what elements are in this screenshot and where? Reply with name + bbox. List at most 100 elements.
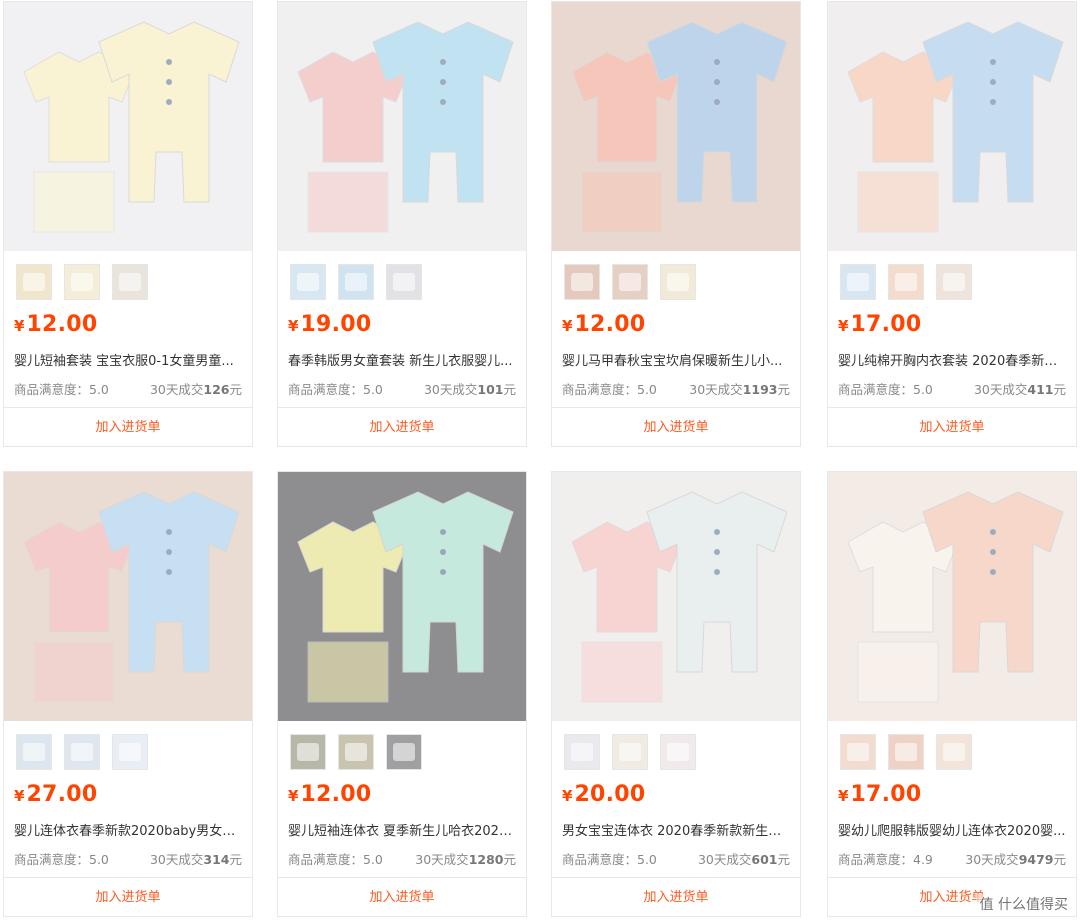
thumbnail-image[interactable] — [612, 734, 648, 770]
product-photo — [278, 472, 526, 721]
thumbnail-image[interactable] — [564, 734, 600, 770]
currency-symbol: ¥ — [288, 787, 299, 805]
product-card[interactable]: ¥12.00 婴儿短袖连体衣 夏季新生儿哈衣2020... 商品满意度：5.0 … — [277, 471, 527, 917]
product-price: ¥12.00 — [14, 312, 98, 337]
product-photo — [4, 472, 252, 721]
product-photo — [552, 2, 800, 251]
product-price: ¥20.00 — [562, 782, 646, 807]
product-price: ¥19.00 — [288, 312, 372, 337]
thumbnail-image[interactable] — [936, 264, 972, 300]
product-image[interactable] — [4, 2, 252, 251]
thumbnail-image[interactable] — [338, 734, 374, 770]
thumbnail-image[interactable] — [386, 734, 422, 770]
satisfaction-score: 商品满意度：5.0 — [562, 382, 657, 397]
add-to-purchase-list-button[interactable]: 加入进货单 — [278, 407, 526, 447]
currency-symbol: ¥ — [838, 317, 849, 335]
sales-30-days: 30天成交411元 — [973, 382, 1066, 397]
price-value: 27.00 — [26, 782, 98, 807]
add-to-purchase-list-button[interactable]: 加入进货单 — [4, 407, 252, 447]
price-value: 19.00 — [300, 312, 372, 337]
product-price: ¥17.00 — [838, 312, 922, 337]
sales-30-days: 30天成交1193元 — [689, 382, 790, 397]
thumbnail-image[interactable] — [386, 264, 422, 300]
price-value: 20.00 — [574, 782, 646, 807]
product-photo — [278, 2, 526, 251]
thumbnail-image[interactable] — [840, 734, 876, 770]
price-value: 12.00 — [26, 312, 98, 337]
product-title[interactable]: 春季韩版男女童套装 新生儿衣服婴儿... — [288, 350, 516, 369]
product-card[interactable]: ¥12.00 婴儿短袖套装 宝宝衣服0-1女童男童... 商品满意度：5.0 3… — [3, 1, 253, 447]
product-card[interactable]: ¥17.00 婴幼儿爬服韩版婴幼儿连体衣2020婴... 商品满意度：4.9 3… — [827, 471, 1077, 917]
price-value: 12.00 — [300, 782, 372, 807]
currency-symbol: ¥ — [14, 317, 25, 335]
thumbnail-image[interactable] — [16, 264, 52, 300]
product-image[interactable] — [278, 2, 526, 251]
satisfaction-score: 商品满意度：5.0 — [288, 382, 383, 397]
product-title[interactable]: 婴幼儿爬服韩版婴幼儿连体衣2020婴... — [838, 820, 1066, 839]
product-price: ¥27.00 — [14, 782, 98, 807]
currency-symbol: ¥ — [14, 787, 25, 805]
product-card[interactable]: ¥17.00 婴儿纯棉开胸内衣套装 2020春季新款... 商品满意度：5.0 … — [827, 1, 1077, 447]
sales-30-days: 30天成交314元 — [149, 852, 242, 867]
add-to-purchase-list-button[interactable]: 加入进货单 — [278, 877, 526, 917]
watermark: 值 什么值得买 — [975, 894, 1072, 914]
product-title[interactable]: 婴儿纯棉开胸内衣套装 2020春季新款... — [838, 350, 1066, 369]
thumbnail-image[interactable] — [338, 264, 374, 300]
thumbnail-image[interactable] — [64, 734, 100, 770]
thumbnail-image[interactable] — [840, 264, 876, 300]
product-card[interactable]: ¥12.00 婴儿马甲春秋宝宝坎肩保暖新生儿小... 商品满意度：5.0 30天… — [551, 1, 801, 447]
add-to-purchase-list-button[interactable]: 加入进货单 — [552, 877, 800, 917]
thumbnail-image[interactable] — [290, 734, 326, 770]
product-image[interactable] — [552, 2, 800, 251]
product-card[interactable]: ¥19.00 春季韩版男女童套装 新生儿衣服婴儿... 商品满意度：5.0 30… — [277, 1, 527, 447]
price-value: 17.00 — [850, 312, 922, 337]
thumbnail-image[interactable] — [660, 264, 696, 300]
currency-symbol: ¥ — [562, 317, 573, 335]
thumbnail-image[interactable] — [936, 734, 972, 770]
sales-30-days: 30天成交601元 — [697, 852, 790, 867]
product-price: ¥17.00 — [838, 782, 922, 807]
product-price: ¥12.00 — [288, 782, 372, 807]
product-photo — [828, 472, 1076, 721]
satisfaction-score: 商品满意度：5.0 — [838, 382, 933, 397]
add-to-purchase-list-button[interactable]: 加入进货单 — [4, 877, 252, 917]
sales-30-days: 30天成交9479元 — [965, 852, 1066, 867]
thumbnail-image[interactable] — [112, 264, 148, 300]
product-title[interactable]: 婴儿连体衣春季新款2020baby男女宝... — [14, 820, 242, 839]
thumbnail-image[interactable] — [64, 264, 100, 300]
sales-30-days: 30天成交101元 — [423, 382, 516, 397]
satisfaction-score: 商品满意度：5.0 — [562, 852, 657, 867]
thumbnail-image[interactable] — [112, 734, 148, 770]
satisfaction-score: 商品满意度：5.0 — [14, 382, 109, 397]
satisfaction-score: 商品满意度：4.9 — [838, 852, 933, 867]
add-to-purchase-list-button[interactable]: 加入进货单 — [552, 407, 800, 447]
thumbnail-image[interactable] — [888, 264, 924, 300]
satisfaction-score: 商品满意度：5.0 — [288, 852, 383, 867]
product-title[interactable]: 男女宝宝连体衣 2020春季新款新生儿... — [562, 820, 790, 839]
sales-30-days: 30天成交126元 — [149, 382, 242, 397]
thumbnail-image[interactable] — [660, 734, 696, 770]
product-image[interactable] — [828, 2, 1076, 251]
price-value: 12.00 — [574, 312, 646, 337]
thumbnail-image[interactable] — [290, 264, 326, 300]
product-image[interactable] — [278, 472, 526, 721]
product-image[interactable] — [4, 472, 252, 721]
product-card[interactable]: ¥20.00 男女宝宝连体衣 2020春季新款新生儿... 商品满意度：5.0 … — [551, 471, 801, 917]
product-title[interactable]: 婴儿马甲春秋宝宝坎肩保暖新生儿小... — [562, 350, 790, 369]
product-price: ¥12.00 — [562, 312, 646, 337]
thumbnail-image[interactable] — [564, 264, 600, 300]
product-image[interactable] — [828, 472, 1076, 721]
add-to-purchase-list-button[interactable]: 加入进货单 — [828, 407, 1076, 447]
thumbnail-image[interactable] — [888, 734, 924, 770]
sales-30-days: 30天成交1280元 — [415, 852, 516, 867]
thumbnail-image[interactable] — [16, 734, 52, 770]
satisfaction-score: 商品满意度：5.0 — [14, 852, 109, 867]
product-photo — [828, 2, 1076, 251]
product-title[interactable]: 婴儿短袖套装 宝宝衣服0-1女童男童... — [14, 350, 242, 369]
product-image[interactable] — [552, 472, 800, 721]
currency-symbol: ¥ — [838, 787, 849, 805]
product-title[interactable]: 婴儿短袖连体衣 夏季新生儿哈衣2020... — [288, 820, 516, 839]
product-photo — [4, 2, 252, 251]
product-card[interactable]: ¥27.00 婴儿连体衣春季新款2020baby男女宝... 商品满意度：5.0… — [3, 471, 253, 917]
thumbnail-image[interactable] — [612, 264, 648, 300]
